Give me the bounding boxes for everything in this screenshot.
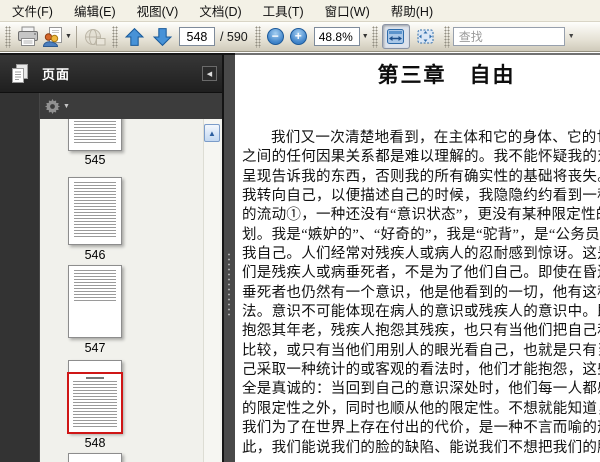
text-line: 的流动①，一种还没有“意识状态”，更没有某种限定性的整体计 (242, 207, 600, 224)
globe-mail-icon (84, 28, 106, 45)
thumbnail-label-548[interactable]: 548 (60, 436, 130, 450)
minus-icon: − (271, 29, 279, 43)
chevron-down-icon[interactable]: ▼ (568, 33, 575, 40)
text-line: 比较，或只有当他们用别人的眼光看自己，也就是只有当他们对自 (242, 342, 600, 359)
thumbnail-text (73, 381, 117, 427)
pages-panel-header: 页面 ◀ (0, 55, 222, 93)
fit-width-icon (387, 29, 405, 44)
pages-icon (12, 63, 28, 83)
menu-help[interactable]: 帮助(H) (383, 0, 441, 23)
arrow-up-icon (125, 27, 145, 46)
text-line: 抱怨其年老，残疾人抱怨其残疾，也只有当他们把自己和其他人作 (242, 323, 600, 340)
current-view-indicator[interactable] (67, 372, 123, 434)
text-line: 我转向自己，以便描述自己的时候，我隐隐约约看到一种来源不明 (242, 188, 600, 205)
thumbnail-text (74, 182, 116, 239)
toolbar-grip[interactable] (5, 25, 11, 48)
collaborate-icon (42, 26, 62, 47)
text-line: 垂死者也仍然有一个意识，他是他看到的一切，他有这种逃避的方 (242, 284, 600, 301)
menu-edit[interactable]: 编辑(E) (66, 0, 124, 23)
toolbar-separator (75, 25, 77, 48)
pdf-reader-window: 文件(F) 编辑(E) 视图(V) 文档(D) 工具(T) 窗口(W) 帮助(H… (0, 0, 600, 462)
content-area: 页面 ◀ ▼ 545 546 547 548 ▲ 第三章 自由 我们又一次清楚地… (0, 53, 600, 462)
collaborate-button[interactable]: ▼ (42, 24, 72, 50)
thumbnail-text (74, 119, 116, 145)
collapse-icon: ◀ (206, 70, 213, 78)
text-line: 己采取一种统计的或客观的看法时，他们才能抱怨，这些抱怨不完 (242, 362, 600, 379)
options-button[interactable]: ▼ (45, 98, 70, 114)
zoom-in-button[interactable]: + (289, 28, 307, 45)
thumbnail-page-547[interactable] (68, 265, 122, 338)
page-count-label: / 590 (219, 29, 248, 44)
nav-body: ▼ 545 546 547 548 ▲ (0, 93, 222, 462)
text-line: 法。意识不可能体现在病人的意识或残疾人的意识中。即使老人 (242, 304, 600, 321)
thumbnail-scrollbar[interactable]: ▲ (203, 119, 220, 462)
gear-icon (45, 98, 60, 114)
thumbnail-list: 545 546 547 548 ▲ (40, 119, 222, 462)
thumbnail-page-549[interactable] (68, 453, 122, 462)
find-input[interactable] (452, 27, 565, 46)
next-page-button[interactable] (149, 24, 177, 50)
thumbnail-options-row: ▼ (40, 93, 222, 119)
zoom-level-control: ▼ (313, 27, 369, 46)
scroll-up-button[interactable]: ▲ (204, 124, 220, 142)
text-line: 我们又一次清楚地看到，在主体和它的身体、它的世界或社会 (271, 130, 600, 146)
text-line: 们是残疾人或病垂死者，不是为了他们自己。即使在昏迷的时候， (242, 265, 600, 282)
text-line: 此，我们能说我们的脸的缺陷、能说我们不想把我们的脸换成另一 (242, 439, 600, 456)
zoom-level-input[interactable] (313, 27, 360, 46)
page-text: 我们又一次清楚地看到，在主体和它的身体、它的世界或社会 之间的任何因果关系都是难… (242, 129, 600, 458)
email-button-disabled (81, 24, 109, 50)
text-line: 我自己。人们经常对残疾人或病人的忍耐感到惊讶。这是因为他 (242, 246, 600, 263)
thumbnail-page-546[interactable] (68, 177, 122, 245)
printer-icon (18, 26, 38, 46)
text-line: 划。我是“嫉妒的”、“好奇的”，我是“驼背”，是“公务员”，不是为了 (242, 226, 600, 243)
text-line: 之间的任何因果关系都是难以理解的。我不能怀疑我的对自己的 (242, 149, 600, 166)
pages-tab-button[interactable] (6, 59, 34, 89)
print-button[interactable] (14, 24, 42, 50)
arrow-down-icon (153, 27, 173, 46)
toolbar-grip[interactable] (371, 25, 378, 48)
thumbnail-label-547[interactable]: 547 (60, 341, 130, 355)
thumbnail-title-line (86, 377, 104, 379)
toolbar-grip[interactable] (443, 25, 450, 48)
plus-icon: + (294, 29, 302, 43)
pane-splitter[interactable] (222, 53, 235, 462)
page-number-input[interactable] (178, 27, 215, 46)
collapse-panel-button[interactable]: ◀ (202, 66, 217, 81)
menu-window[interactable]: 窗口(W) (317, 0, 378, 23)
document-page[interactable]: 第三章 自由 我们又一次清楚地看到，在主体和它的身体、它的世界或社会 之间的任何… (235, 53, 600, 462)
text-line: 我们为了在世界上存在付出的代价，是一种不言而喻的形式。因 (242, 420, 600, 437)
previous-page-button[interactable] (121, 24, 149, 50)
text-line: 全是真诚的：当回到自己的意识深处时，他们每一人都感到处在他 (242, 381, 600, 398)
fit-width-button[interactable] (381, 24, 410, 49)
scroll-up-icon: ▲ (208, 128, 216, 138)
menu-file[interactable]: 文件(F) (4, 0, 61, 23)
text-line: 的限定性之外，同时也顺从他的限定性。不想就能知道，限定性是 (242, 400, 600, 417)
thumbnail-page-548-current[interactable] (67, 360, 123, 434)
menu-bar: 文件(F) 编辑(E) 视图(V) 文档(D) 工具(T) 窗口(W) 帮助(H… (0, 0, 600, 22)
menu-tools[interactable]: 工具(T) (255, 0, 312, 23)
chevron-down-icon: ▼ (65, 33, 72, 40)
thumbnail-text (74, 270, 116, 302)
chapter-title: 第三章 自由 (377, 63, 516, 87)
thumbnail-label-546[interactable]: 546 (60, 248, 130, 262)
toolbar-grip[interactable] (254, 25, 261, 48)
text-line: 呈现告诉我的东西，否则我的所有确实性的基础将丧失。不过，当 (242, 168, 600, 185)
panel-title: 页面 (42, 67, 71, 82)
fit-page-button[interactable] (412, 24, 440, 49)
pages-panel: ▼ 545 546 547 548 ▲ (40, 93, 222, 462)
thumbnail-page-545[interactable] (68, 119, 122, 151)
chevron-down-icon[interactable]: ▼ (362, 33, 369, 40)
toolbar-grip[interactable] (111, 25, 118, 48)
menu-document[interactable]: 文档(D) (191, 0, 249, 23)
navigation-pane: 页面 ◀ ▼ 545 546 547 548 ▲ (0, 53, 222, 462)
splitter-handle-icon[interactable] (227, 252, 232, 318)
toolbar: ▼ / 590 − + (0, 22, 600, 52)
thumbnail-label-545[interactable]: 545 (60, 153, 130, 167)
nav-rail (0, 93, 40, 462)
fit-page-icon (417, 29, 434, 44)
zoom-out-button[interactable]: − (266, 28, 284, 45)
chevron-down-icon: ▼ (63, 102, 70, 110)
menu-view[interactable]: 视图(V) (129, 0, 187, 23)
